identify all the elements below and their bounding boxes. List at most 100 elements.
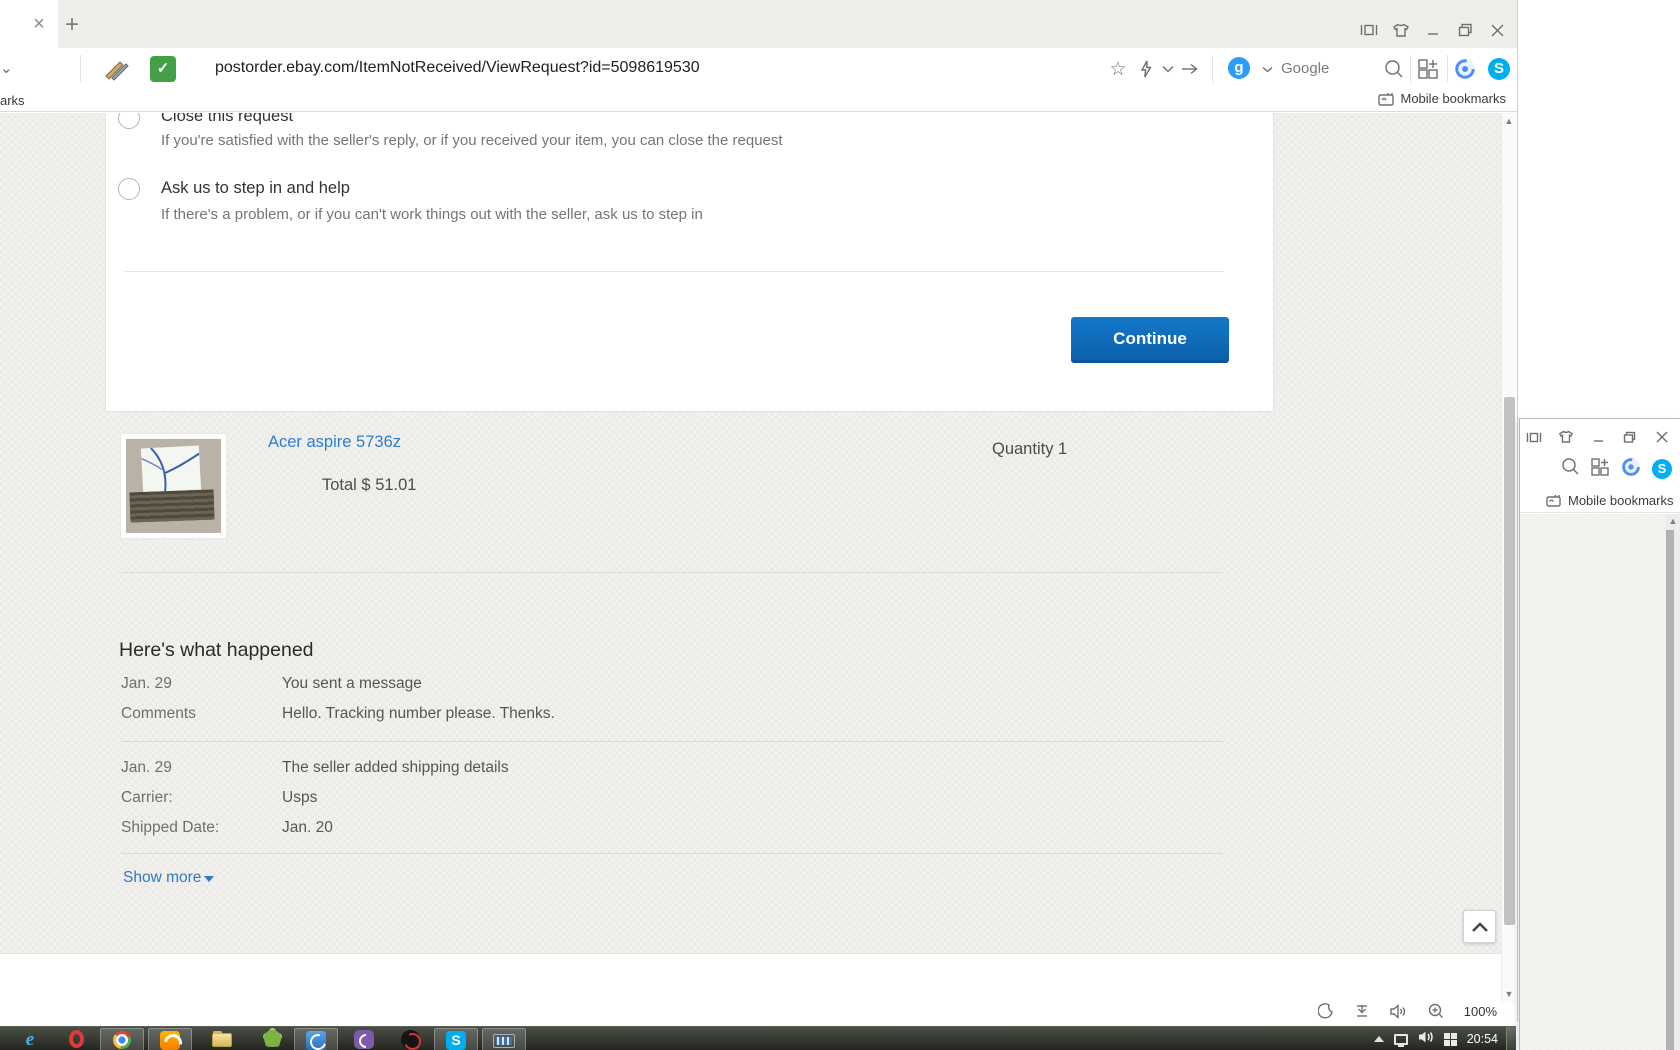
mobile-bookmarks-button[interactable]: Mobile bookmarks: [1377, 91, 1507, 106]
forward-arrow-icon[interactable]: [1178, 57, 1202, 81]
bookmark-label-cut[interactable]: arks: [0, 93, 25, 108]
history-shipped-date: Jan. 20: [282, 819, 333, 836]
scrollbar-up-icon[interactable]: ▲: [1666, 516, 1680, 526]
laptop-photo: [126, 439, 221, 533]
tab-close-icon[interactable]: ×: [30, 14, 48, 34]
second-window-scrollbar[interactable]: ▲: [1666, 514, 1680, 1050]
swirl-extension-icon[interactable]: [1620, 456, 1642, 483]
search-icon[interactable]: [1382, 57, 1406, 81]
system-tray: 20:54: [1373, 1027, 1502, 1050]
downloads-icon[interactable]: [1354, 1003, 1370, 1019]
toolbar-divider: [1410, 55, 1411, 83]
taskbar-red-black-app-icon[interactable]: [388, 1028, 432, 1050]
second-window-toolbar: S: [1520, 451, 1680, 487]
taskbar-chrome-icon[interactable]: [100, 1028, 144, 1050]
taskbar-viber-icon[interactable]: [342, 1028, 386, 1050]
windows-taskbar: e S 20:54: [0, 1026, 1516, 1050]
search-engine-avatar[interactable]: g: [1228, 57, 1250, 79]
bookmark-star-icon[interactable]: ☆: [1106, 57, 1130, 81]
skype-extension-icon[interactable]: S: [1652, 459, 1672, 479]
tray-volume-icon[interactable]: [1418, 1030, 1434, 1049]
minimize-icon[interactable]: [1423, 20, 1443, 40]
close-icon[interactable]: [1487, 20, 1507, 40]
show-desktop-button[interactable]: [1506, 1027, 1516, 1050]
secure-site-check-icon[interactable]: ✓: [150, 56, 176, 82]
history-comment: Hello. Tracking number please. Thenks.: [282, 705, 555, 722]
restore-icon[interactable]: [1455, 20, 1475, 40]
browser-status-row: 100%: [1313, 1000, 1501, 1022]
scrollbar-up-icon[interactable]: ▲: [1502, 116, 1516, 126]
address-url[interactable]: postorder.ebay.com/ItemNotReceived/ViewR…: [215, 59, 700, 77]
main-browser-window: × + ⌄ ✓ postorder.ebay.com/ItemNotReceiv…: [0, 0, 1518, 1022]
bookmarks-bar: arks Mobile bookmarks: [0, 90, 1517, 112]
site-tools-icon[interactable]: [100, 56, 134, 82]
skype-extension-icon[interactable]: S: [1487, 57, 1511, 81]
history-carrier: Usps: [282, 789, 318, 806]
turbo-lightning-icon[interactable]: [1134, 57, 1158, 81]
scrollbar-thumb[interactable]: [1504, 397, 1515, 925]
history-divider: [121, 741, 1223, 742]
mobile-bookmarks-label: Mobile bookmarks: [1568, 493, 1674, 508]
night-mode-moon-icon[interactable]: [1317, 1003, 1334, 1019]
request-options-card: Close this request If you're satisfied w…: [105, 113, 1274, 412]
dropdown-chevron-icon[interactable]: [1156, 57, 1180, 81]
option-description: If there's a problem, or if you can't wo…: [161, 206, 703, 223]
scrollbar-down-icon[interactable]: ▼: [1502, 989, 1516, 999]
tray-show-hidden-icon[interactable]: [1373, 1036, 1384, 1042]
search-icon[interactable]: [1561, 457, 1580, 481]
search-engine-label[interactable]: Google: [1281, 60, 1329, 77]
collapsed-nav-chevron-icon[interactable]: ⌄: [0, 59, 13, 77]
taskbar-file-explorer-icon[interactable]: [200, 1028, 244, 1050]
taskbar-icq-icon[interactable]: [250, 1028, 294, 1050]
scroll-to-top-button[interactable]: [1463, 910, 1496, 943]
tab-strip: × +: [0, 0, 1517, 48]
tray-windows-icon[interactable]: [1443, 1032, 1457, 1046]
option-label[interactable]: Ask us to step in and help: [161, 179, 350, 198]
toolbar-divider: [80, 55, 81, 83]
taskbar-skype-icon[interactable]: S: [434, 1028, 478, 1050]
swirl-extension-icon[interactable]: [1453, 57, 1477, 81]
minimize-icon[interactable]: [1588, 427, 1608, 447]
mobile-bookmarks-label: Mobile bookmarks: [1400, 91, 1507, 106]
tray-clock[interactable]: 20:54: [1467, 1032, 1502, 1046]
extensions-icon[interactable]: [1590, 457, 1610, 482]
taskbar-opera-icon[interactable]: [54, 1028, 98, 1050]
zoom-level[interactable]: 100%: [1464, 1004, 1497, 1019]
engine-chevron-icon[interactable]: [1255, 57, 1279, 81]
restore-icon[interactable]: [1620, 427, 1640, 447]
history-date: Jan. 29: [121, 759, 172, 776]
active-tab[interactable]: ×: [0, 0, 58, 48]
history-event: The seller added shipping details: [282, 759, 509, 776]
close-icon[interactable]: [1652, 427, 1672, 447]
tray-display-icon[interactable]: [1393, 1033, 1408, 1047]
item-total: Total $ 51.01: [322, 476, 417, 494]
item-quantity: Quantity 1: [992, 440, 1068, 458]
option-label[interactable]: Close this request: [161, 113, 293, 126]
radio-close-request[interactable]: [118, 113, 140, 129]
sound-icon[interactable]: [1390, 1003, 1408, 1019]
second-browser-window[interactable]: S Mobile bookmarks ▲: [1519, 418, 1680, 1050]
laptop-keyboard: [129, 489, 215, 523]
mobile-bookmarks-button[interactable]: Mobile bookmarks: [1520, 489, 1680, 513]
tab-panels-icon[interactable]: [1524, 427, 1544, 447]
taskbar-internet-explorer-icon[interactable]: e: [8, 1028, 52, 1050]
show-more-caret-icon[interactable]: [204, 876, 214, 882]
scrollbar-thumb[interactable]: [1666, 530, 1674, 1050]
extensions-icon[interactable]: [1416, 57, 1440, 81]
taskbar-keyboard-app-icon[interactable]: [482, 1028, 526, 1050]
show-more-link[interactable]: Show more: [123, 869, 201, 887]
item-title-link[interactable]: Acer aspire 5736z: [268, 433, 401, 452]
screen: × + ⌄ ✓ postorder.ebay.com/ItemNotReceiv…: [0, 0, 1680, 1050]
continue-button[interactable]: Continue: [1071, 317, 1229, 363]
vertical-scrollbar[interactable]: ▲ ▼: [1501, 113, 1516, 1002]
taskbar-uc-browser-icon[interactable]: [148, 1028, 192, 1050]
zoom-icon[interactable]: [1428, 1003, 1444, 1019]
item-thumbnail[interactable]: [121, 434, 226, 538]
taskbar-blue-swirl-app-icon[interactable]: [294, 1028, 338, 1050]
mobile-bookmarks-icon: [1546, 495, 1561, 507]
themes-shirt-icon[interactable]: [1556, 427, 1576, 447]
new-tab-button[interactable]: +: [62, 13, 82, 37]
themes-shirt-icon[interactable]: [1391, 20, 1411, 40]
radio-ask-step-in[interactable]: [118, 178, 140, 200]
tab-panels-icon[interactable]: [1359, 20, 1379, 40]
